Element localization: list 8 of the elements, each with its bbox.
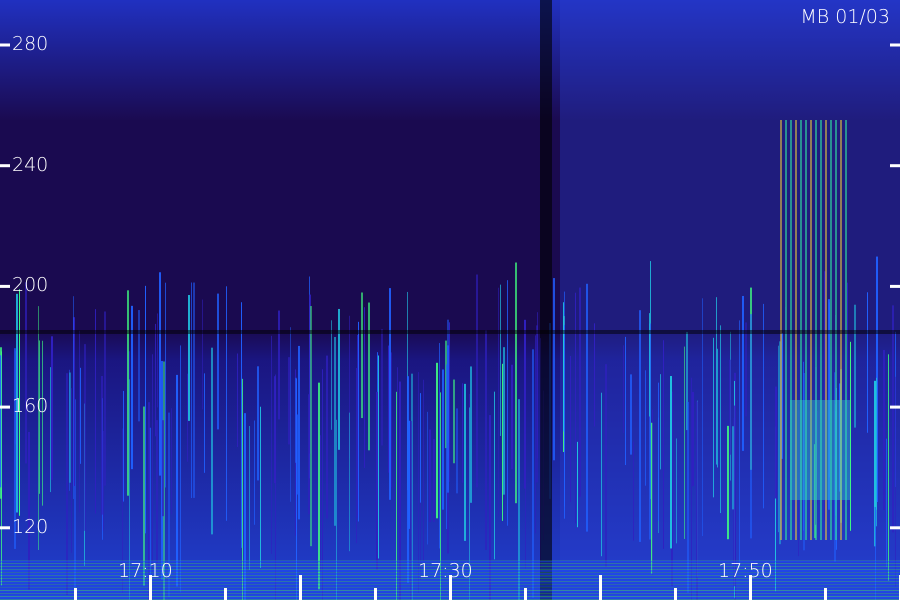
plot-title: MB 01/03 [800,8,890,27]
y-axis-label: 120 [12,518,48,537]
x-axis-label: 17:10 [118,562,173,581]
y-axis-label: 200 [12,276,48,296]
x-axis-label: 17:30 [418,562,473,581]
y-axis-label: 240 [12,156,48,175]
x-axis-label: 17:50 [718,562,773,581]
y-axis-label: 280 [12,35,48,54]
